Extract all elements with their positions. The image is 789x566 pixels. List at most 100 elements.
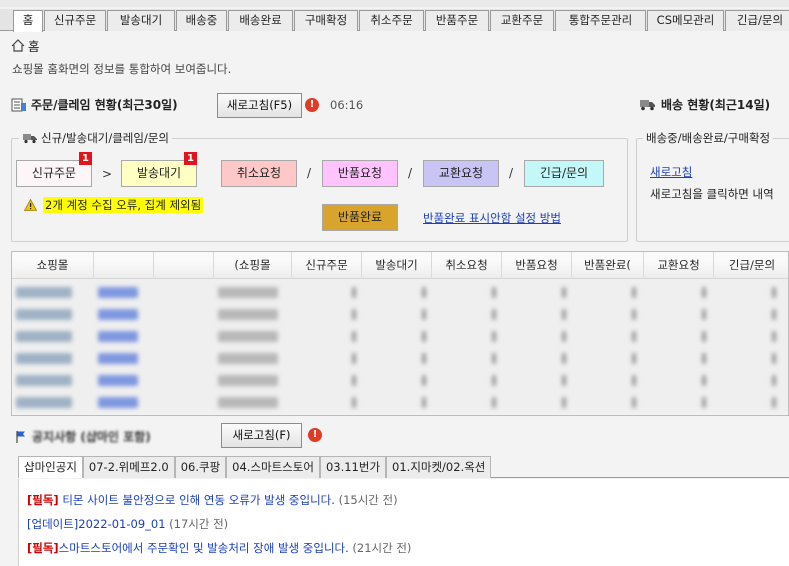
last-refresh-time: 06:16 [330,98,364,112]
shipping-refresh-link[interactable]: 새로고침 [650,164,692,180]
redacted-cell [562,375,566,386]
notice-list: [필독] 티몬 사이트 불안정으로 인해 연동 오류가 발생 중입니다. (15… [18,479,789,566]
tab-purchase-confirmed[interactable]: 구매확정 [294,10,358,31]
redacted-cell [562,397,566,408]
notice-refresh-button[interactable]: 새로고침(F) [221,423,302,448]
flag-icon [16,431,25,443]
notice-tab-11st[interactable]: 03.11번가 [319,456,387,478]
stat-return-completed[interactable]: 반품완료 [322,204,398,231]
page-subtitle: 쇼핑몰 홈화면의 정보를 통합하여 보여줍니다. [12,62,232,76]
table-row[interactable] [12,370,788,391]
redacted-cell [772,331,776,342]
notice-tab-wemakeprice[interactable]: 07-2.위메프2.0 [82,456,175,478]
tab-home[interactable]: 홈 [13,10,43,32]
redacted-cell [772,309,776,320]
redacted-cell [352,353,356,364]
shipping-group-label: 배송중/배송완료/구매확정 [643,130,774,146]
redacted-cell [218,375,278,386]
table-row[interactable] [12,326,788,347]
redacted-cell [562,287,566,298]
redacted-cell [632,375,636,386]
shipping-section-header: 배송 현황(최근14일) [639,96,770,113]
redacted-cell [98,375,138,386]
notice-section-title: 공지사항 (샵마인 포함) [32,430,151,444]
table-row[interactable] [12,282,788,303]
redacted-cell [16,331,72,342]
order-summary-grid: 쇼핑몰 (쇼핑몰 신규주문 발송대기 취소요청 반품요청 반품완료( 교환요청 … [11,251,789,416]
redacted-cell [98,353,138,364]
stat-return-requests[interactable]: 반품요청 [322,160,398,187]
redacted-cell [772,375,776,386]
notice-item[interactable]: [필독]스마트스토어에서 주문확인 및 발송처리 장애 발생 중입니다. (21… [27,540,411,556]
tab-return-orders[interactable]: 반품주문 [425,10,489,31]
truck-icon [640,100,655,111]
stat-urgent-inquiry[interactable]: 긴급/문의 [524,160,604,187]
redacted-cell [352,287,356,298]
redacted-cell [492,287,496,298]
tab-cancel-orders[interactable]: 취소주문 [359,10,424,31]
warning-text: 2개 계정 수집 오류, 집계 제외됨 [43,197,204,213]
warning-icon [24,199,37,211]
tab-exchange-orders[interactable]: 교환주문 [490,10,554,31]
notice-item[interactable]: [필독] 티몬 사이트 불안정으로 인해 연동 오류가 발생 중입니다. (15… [27,492,398,508]
redacted-cell [218,287,278,298]
tab-integrated-orders[interactable]: 통합주문관리 [555,10,646,31]
redacted-cell [218,331,278,342]
tab-urgent-inquiry[interactable]: 긴급/문의 [725,10,789,31]
hide-return-completed-link[interactable]: 반품완료 표시안함 설정 방법 [423,210,561,226]
table-row[interactable] [12,392,788,413]
notice-tab-gmarket-auction[interactable]: 01.지마켓/02.옥션 [386,456,492,478]
top-strip [0,0,789,7]
shipping-hint: 새로고침을 클릭하면 내역 [650,187,774,201]
redacted-cell [492,397,496,408]
redacted-cell [98,397,138,408]
order-refresh-button[interactable]: 새로고침(F5) [217,93,302,118]
redacted-cell [562,309,566,320]
redacted-cell [16,309,72,320]
redacted-cell [492,331,496,342]
notice-item[interactable]: [업데이트]2022-01-09_01 (17시간 전) [27,516,228,532]
tab-new-orders[interactable]: 신규주문 [44,10,106,31]
redacted-cell [632,287,636,298]
redacted-cell [16,353,72,364]
slash-separator: / [509,166,514,180]
tab-cs-memo[interactable]: CS메모관리 [647,10,724,31]
redacted-cell [702,309,706,320]
redacted-cell [352,331,356,342]
order-status-group [11,138,628,242]
order-section-title: 주문/클레임 현황(최근30일) [31,98,178,112]
tab-in-delivery[interactable]: 배송중 [176,10,227,31]
redacted-cell [632,309,636,320]
notice-tab-shopmine[interactable]: 샵마인공지 [18,456,83,478]
notice-tab-smartstore[interactable]: 04.스마트스토어 [226,456,320,478]
page-title: 홈 [28,38,40,54]
redacted-cell [352,309,356,320]
redacted-cell [218,309,278,320]
collection-warning: 2개 계정 수집 오류, 집계 제외됨 [24,197,204,213]
redacted-cell [702,397,706,408]
notice-tab-bar: 샵마인공지 07-2.위메프2.0 06.쿠팡 04.스마트스토어 03.11번… [18,456,789,478]
home-icon [11,38,25,52]
tab-delivered[interactable]: 배송완료 [228,10,293,31]
table-row[interactable] [12,304,788,325]
redacted-cell [98,287,138,298]
notice-tab-coupang[interactable]: 06.쿠팡 [174,456,227,478]
page-header: 홈 [11,36,40,54]
table-row[interactable] [12,348,788,369]
redacted-cell [352,375,356,386]
redacted-cell [702,331,706,342]
redacted-cell [98,309,138,320]
slash-separator: / [307,166,312,180]
redacted-cell [772,397,776,408]
redacted-cell [16,287,72,298]
tab-awaiting-shipment[interactable]: 발송대기 [107,10,175,31]
arrow-separator: > [102,167,113,181]
redacted-cell [772,353,776,364]
stat-exchange-requests[interactable]: 교환요청 [423,160,499,187]
main-tab-bar: 홈 신규주문 발송대기 배송중 배송완료 구매확정 취소주문 반품주문 교환주문… [0,9,789,32]
redacted-cell [422,331,426,342]
redacted-cell [218,353,278,364]
alert-icon: ! [308,428,322,442]
stat-cancel-requests[interactable]: 취소요청 [221,160,297,187]
new-orders-badge: 1 [79,152,92,165]
